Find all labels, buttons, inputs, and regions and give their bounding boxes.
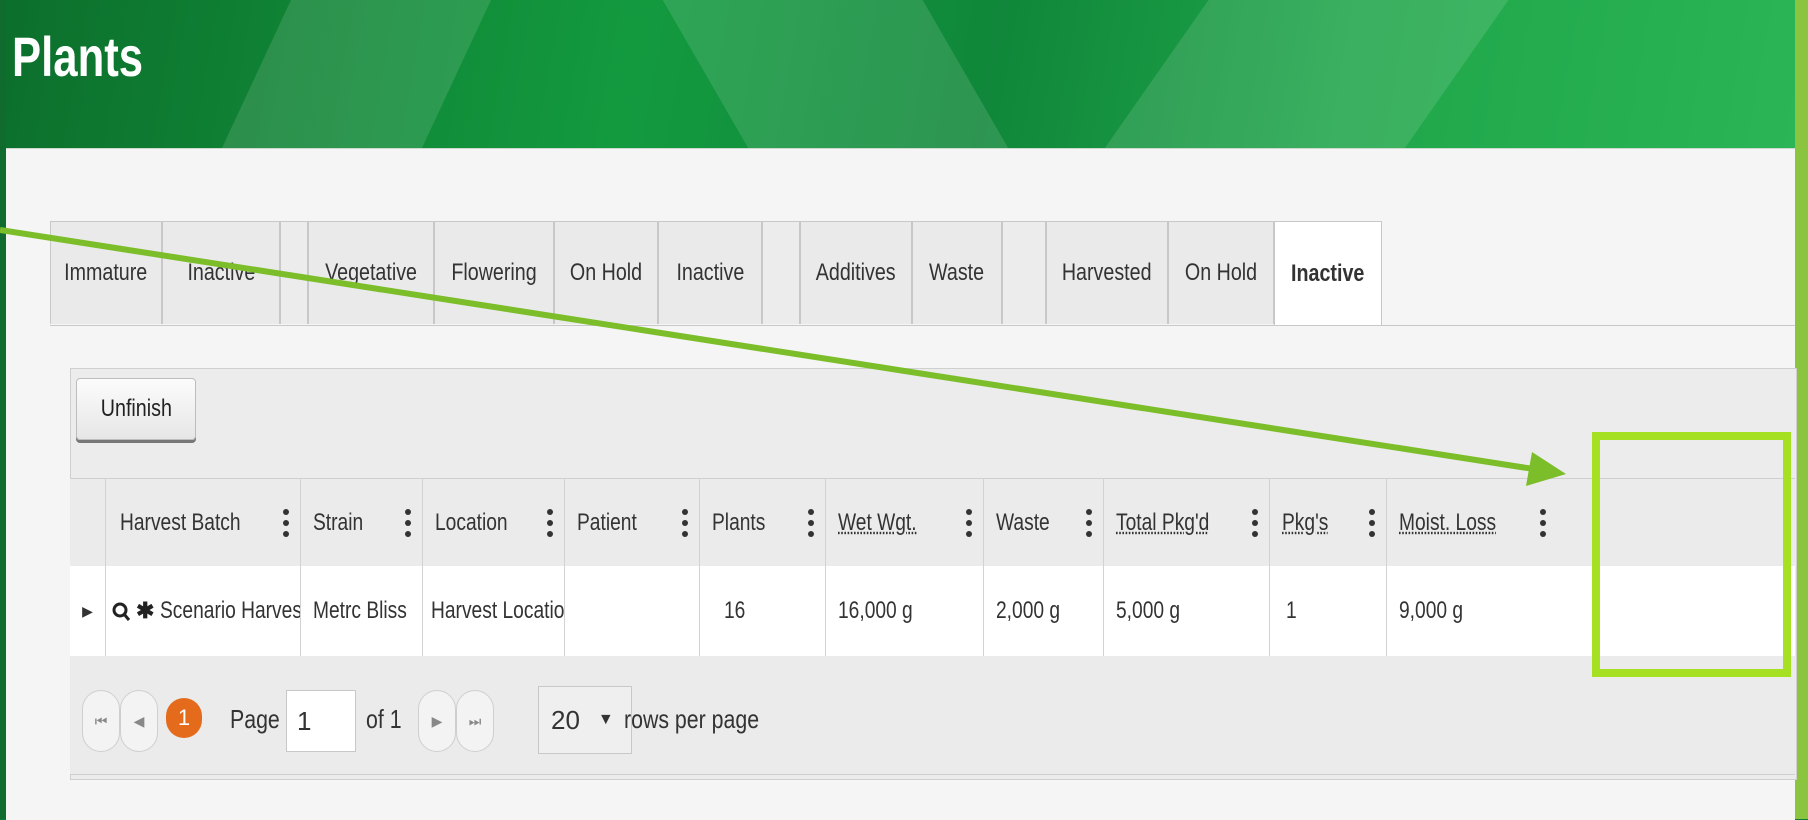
moisture-loss-highlight-box (1592, 432, 1791, 677)
annotation-arrow (0, 227, 1566, 486)
